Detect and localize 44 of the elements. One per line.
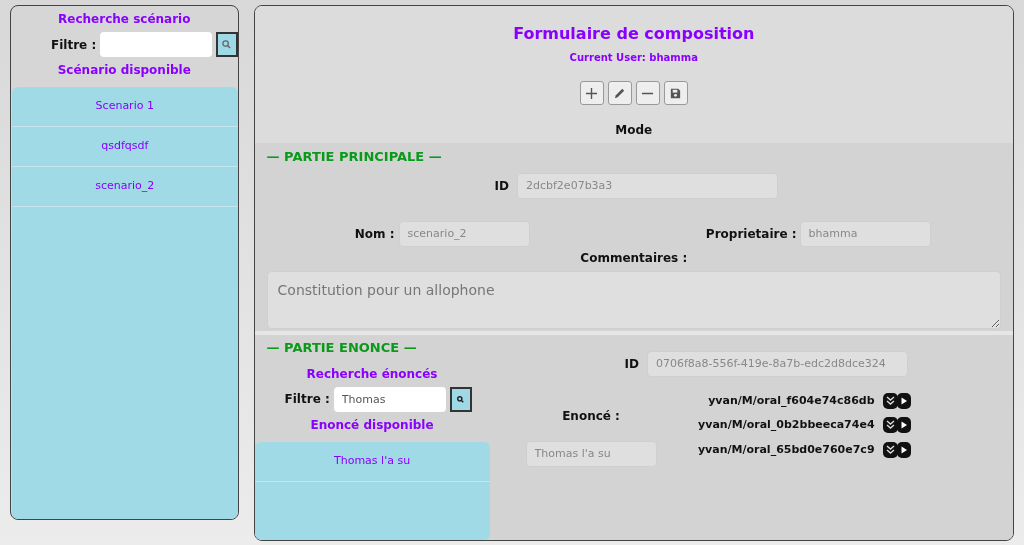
save-button[interactable] — [663, 81, 688, 105]
name-label: Nom : — [353, 225, 396, 243]
download-icon[interactable] — [882, 392, 898, 409]
id-field[interactable]: 0706f8a8-556f-419e-8a7b-edc2d8dce324 — [647, 350, 908, 377]
list-title: Enoncé disponible — [309, 416, 435, 434]
edit-button[interactable] — [607, 81, 632, 105]
section-title: Recherche énoncés — [305, 365, 439, 383]
download-icon[interactable] — [882, 417, 898, 434]
filter-input[interactable]: Thomas — [333, 386, 446, 412]
section-legend: — PARTIE PRINCIPALE — — [266, 147, 1001, 167]
comments-label: Commentaires : — [579, 249, 689, 267]
id-field[interactable]: 2dcbf2e07b3a3 — [517, 172, 778, 199]
enonce-label: Enoncé : — [562, 407, 620, 425]
owner-label: Proprietaire : — [704, 225, 798, 243]
audio-file-name: yvan/M/oral_0b2bbeeca74e4 — [697, 417, 875, 433]
plus-icon — [585, 86, 599, 100]
form-title: Formulaire de composition — [513, 23, 755, 45]
id-label: ID — [624, 355, 639, 373]
search-icon — [457, 395, 465, 403]
audio-file-name: yvan/M/oral_f604e74c86db — [707, 392, 875, 409]
name-field[interactable]: scenario_2 — [398, 220, 530, 247]
list-title: Scénario disponible — [56, 62, 192, 79]
filter-label: Filtre : — [51, 36, 97, 54]
comments-field[interactable]: Constitution pour un allophone — [266, 270, 1001, 329]
download-icon[interactable] — [882, 441, 898, 458]
pencil-icon — [613, 86, 627, 100]
filter-input[interactable] — [100, 32, 213, 57]
search-button[interactable] — [216, 32, 238, 57]
search-icon — [222, 40, 232, 49]
list-item[interactable]: qsdfqsdf — [12, 127, 238, 167]
id-label: ID — [494, 177, 509, 195]
mode-label: Mode — [615, 122, 653, 139]
audio-file-name: yvan/M/oral_65bd0e760e7c9 — [696, 441, 875, 458]
list-item[interactable]: Thomas l'a su — [254, 441, 490, 482]
panel-title: Recherche scénario — [57, 11, 192, 28]
current-user: Current User: bhamma — [569, 51, 698, 65]
list-item[interactable]: Scenario 1 — [12, 87, 238, 127]
add-button[interactable] — [579, 81, 604, 105]
list-item[interactable]: scenario_2 — [12, 167, 238, 207]
filter-label: Filtre : — [284, 391, 330, 408]
floppy-icon — [669, 86, 683, 100]
enonce-field[interactable]: Thomas l'a su — [525, 440, 657, 467]
owner-field[interactable]: bhamma — [799, 220, 931, 247]
search-button[interactable] — [449, 386, 472, 412]
